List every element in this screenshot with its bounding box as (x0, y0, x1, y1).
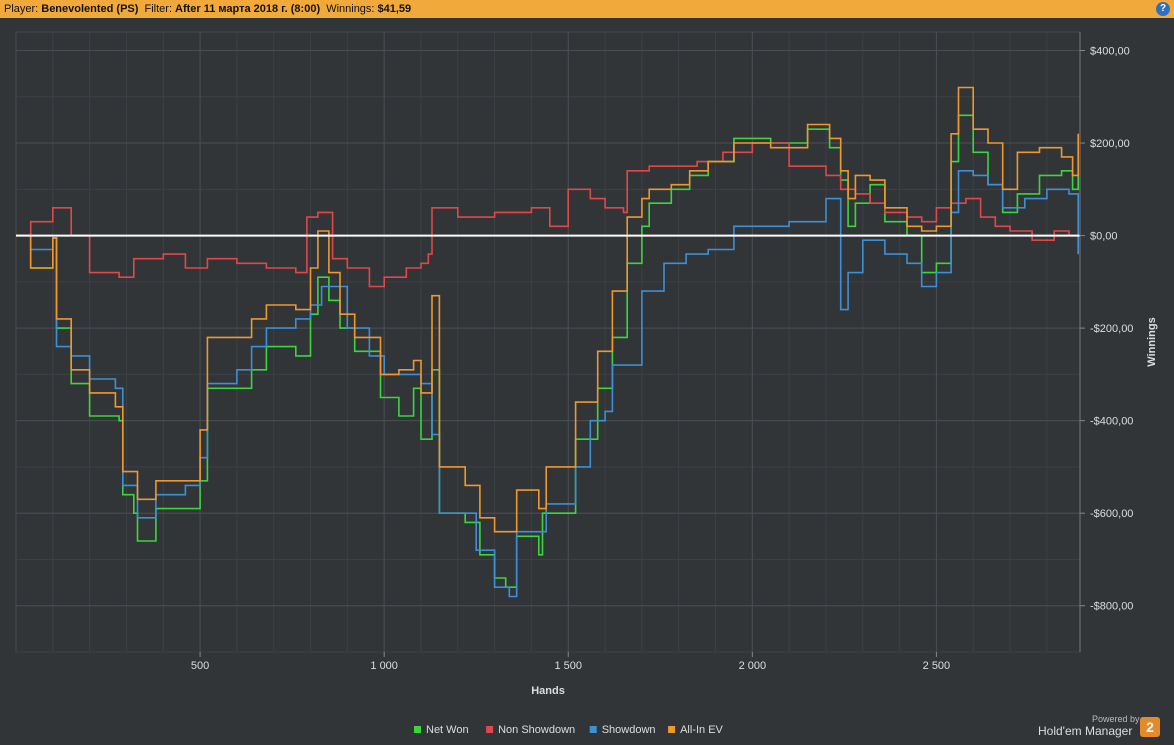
legend-label: Non Showdown (498, 724, 575, 736)
y-tick-label: -$400,00 (1090, 416, 1133, 428)
legend-swatch (668, 726, 676, 733)
legend-label: Showdown (602, 724, 656, 736)
grid-lines (15, 31, 1081, 653)
legend: Net Won Non Showdown Showdown All-In EV (414, 724, 724, 736)
y-tick-label: -$600,00 (1090, 508, 1133, 520)
legend-label: All-In EV (680, 724, 723, 736)
filter-value: After 11 марта 2018 г. (8:00) (175, 3, 321, 15)
x-tick-label: 500 (191, 660, 209, 672)
brand-logo-icon: 2 (1140, 717, 1160, 737)
winnings-label: Winnings: (326, 3, 375, 15)
y-tick-label: -$200,00 (1090, 323, 1133, 335)
player-label: Player: (4, 3, 39, 15)
y-tick-label: $200,00 (1090, 138, 1130, 150)
x-axis-label: Hands (531, 685, 565, 697)
y-tick-label: -$800,00 (1090, 601, 1133, 613)
x-tick-labels: 500 1 000 1 500 2 000 2 500 (191, 652, 950, 672)
legend-label: Net Won (426, 724, 469, 736)
winnings-chart: $400,00 $200,00 $0,00 -$200,00 -$400,00 -$600… (15, 31, 1158, 736)
y-tick-labels: $400,00 $200,00 $0,00 -$200,00 -$400,00 -$600… (1079, 32, 1133, 652)
y-axis-label: Winnings (1146, 317, 1158, 366)
legend-swatch (414, 726, 421, 733)
filter-label: Filter: (144, 3, 173, 15)
x-tick-label: 2 000 (739, 660, 767, 672)
winnings-value: $41,59 (377, 3, 412, 15)
x-tick-label: 2 500 (923, 660, 951, 672)
x-tick-label: 1 500 (554, 660, 582, 672)
header-bar: Player: Benevolented (PS) Filter: After 11… (0, 0, 1174, 18)
brand-name: Hold'em Manager (1038, 724, 1133, 738)
powered-by-caption: Powered by (1092, 714, 1140, 724)
legend-swatch (486, 726, 494, 733)
x-tick-label: 1 000 (370, 660, 398, 672)
help-icon[interactable]: ? (1156, 2, 1170, 16)
y-tick-label: $0,00 (1090, 231, 1118, 243)
player-value: Benevolented (PS) (41, 3, 139, 15)
legend-swatch (589, 726, 597, 733)
y-tick-label: $400,00 (1090, 46, 1130, 58)
